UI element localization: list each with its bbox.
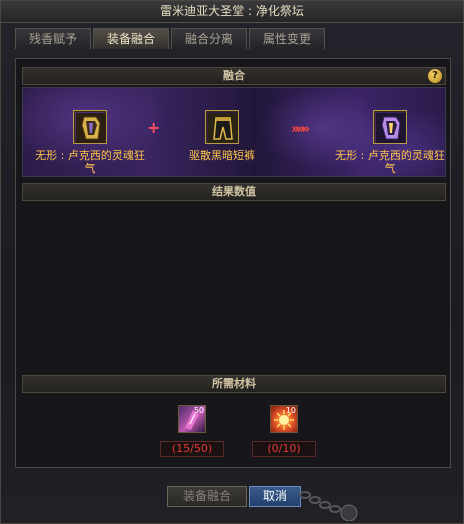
fusion-window: 雷米迪亚大圣堂 : 净化祭坛 残香赋予 装备融合 融合分离 属性变更 融合 ? … [0,0,464,524]
shadow-pants-icon [208,113,238,143]
material-item-slot[interactable] [205,110,239,144]
fusion-panel: 融合 ? 无形 : 卢克西的灵魂狂气 + 驱散黑暗短裤 »»» 无形: 卢克西… [15,58,451,468]
source-item-name: 无形 : 卢克西的灵魂狂气 [35,149,145,175]
result-section-title: 结果数值 [212,185,256,198]
fusion-section-title: 融合 [223,69,245,82]
result-item-slot[interactable] [373,110,407,144]
tab-fusion-separate[interactable]: 融合分离 [171,28,247,49]
arrow-right-icon: »»» [291,122,310,137]
spirit-gauntlet-fused-icon [376,113,406,143]
fuse-button[interactable]: 装备融合 [167,486,247,507]
spirit-gauntlet-icon [76,113,106,143]
fusion-preview-band: 无形 : 卢克西的灵魂狂气 + 驱散黑暗短裤 »»» 无形: 卢克西的灵魂狂气 [22,87,446,177]
chain-ball-icon [299,491,358,521]
materials-section-header: 所需材料 [22,375,446,393]
tab-bar: 残香赋予 装备融合 融合分离 属性变更 [15,28,325,50]
source-item-slot[interactable] [73,110,107,144]
material-count: (15/50) [160,441,224,457]
materials-section-title: 所需材料 [212,377,256,390]
window-title: 雷米迪亚大圣堂 : 净化祭坛 [1,1,463,23]
result-values-area [22,203,446,373]
material-slot-sun[interactable]: 10 [270,405,298,433]
material-count: (0/10) [252,441,316,457]
result-item-name: 无形 : 卢克西的灵魂狂气 [335,149,445,175]
tab-attribute-change[interactable]: 属性变更 [249,28,325,49]
plus-icon: + [147,118,161,137]
result-section-header: 结果数值 [22,183,446,201]
fusion-section-header: 融合 ? [22,67,446,85]
help-icon[interactable]: ? [428,69,442,83]
cancel-button[interactable]: 取消 [249,486,301,507]
material-badge: 50 [193,406,204,415]
tab-equipment-fusion[interactable]: 装备融合 [93,28,169,49]
tab-scent-enchant[interactable]: 残香赋予 [15,28,91,49]
material-slot-crystal[interactable]: 50 [178,405,206,433]
material-badge: 10 [285,406,296,415]
material-item-name: 驱散黑暗短裤 [189,149,255,162]
